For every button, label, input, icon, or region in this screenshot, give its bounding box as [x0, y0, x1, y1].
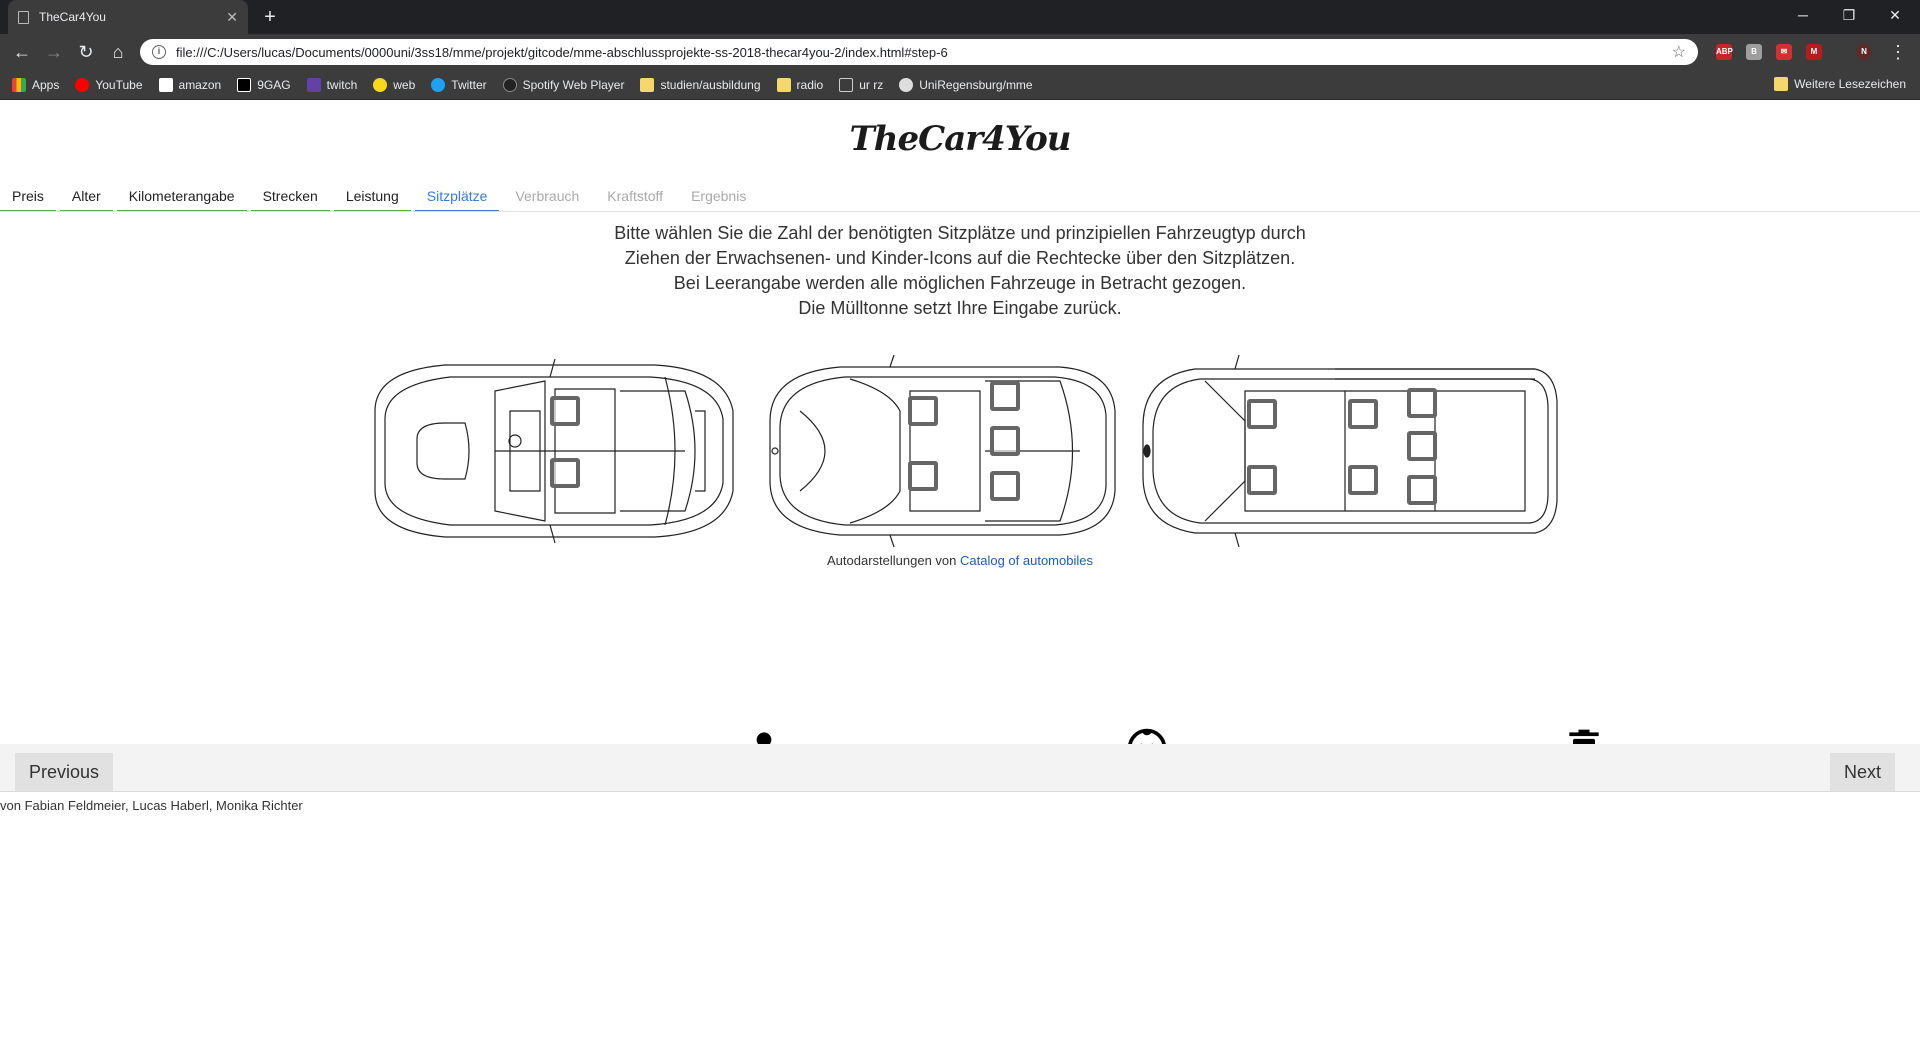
seat-slot[interactable] — [908, 396, 938, 426]
bookmark-twitter[interactable]: Twitter — [431, 77, 487, 92]
extension-icon[interactable]: B — [1746, 44, 1762, 60]
wizard-footer: Previous Next — [0, 744, 1920, 792]
reload-icon[interactable]: ↻ — [74, 40, 98, 64]
seat-slot[interactable] — [990, 426, 1020, 456]
page: TheCar4You Preis Alter Kilometerangabe S… — [0, 101, 1920, 1040]
seat-slot[interactable] — [990, 471, 1020, 501]
twitch-icon — [306, 77, 321, 92]
convertible-car-drawing — [374, 358, 734, 544]
tab-ergebnis: Ergebnis — [691, 188, 747, 204]
tab-title: TheCar4You — [39, 10, 106, 24]
tab-verbrauch: Verbrauch — [515, 188, 580, 204]
bookmark-spotify[interactable]: Spotify Web Player — [502, 77, 624, 92]
step-navigation: Preis Alter Kilometerangabe Strecken Lei… — [0, 176, 762, 212]
amazon-icon — [158, 77, 173, 92]
seat-slot[interactable] — [1348, 465, 1378, 495]
seat-slot[interactable] — [990, 381, 1020, 411]
close-window-button[interactable]: ✕ — [1872, 0, 1918, 30]
tab-sitzplaetze[interactable]: Sitzplätze — [414, 176, 500, 212]
info-icon[interactable]: i — [152, 45, 166, 59]
van-car — [1135, 351, 1565, 551]
bookmark-github[interactable]: UniRegensburg/mme — [899, 77, 1033, 92]
bookmark-twitch[interactable]: twitch — [306, 77, 357, 92]
9gag-icon — [237, 77, 252, 92]
twitter-icon — [431, 77, 446, 92]
image-credits: Autodarstellungen von Catalog of automob… — [0, 553, 1920, 568]
tab-alter[interactable]: Alter — [59, 176, 113, 212]
tab-leistung[interactable]: Leistung — [333, 176, 411, 212]
convertible-car — [355, 351, 740, 551]
back-arrow-icon[interactable]: ← — [10, 40, 34, 64]
credits-prefix: Autodarstellungen von — [827, 553, 957, 568]
bookmark-youtube[interactable]: YouTube — [75, 77, 143, 92]
seat-slot[interactable] — [1247, 465, 1277, 495]
document-icon — [839, 77, 854, 92]
instructions-line: Bei Leerangabe werden alle möglichen Fah… — [673, 273, 1247, 293]
instructions-line: Ziehen der Erwachsenen- und Kinder-Icons… — [624, 248, 1296, 268]
seat-slot[interactable] — [550, 458, 580, 488]
tab-strecken[interactable]: Strecken — [250, 176, 330, 212]
bookmark-9gag[interactable]: 9GAG — [237, 77, 291, 92]
bookmark-web[interactable]: web — [373, 77, 415, 92]
tab-kraftstoff: Kraftstoff — [607, 188, 664, 204]
menu-dots-icon[interactable]: ⋮ — [1886, 40, 1910, 64]
other-bookmarks[interactable]: Weitere Lesezeichen — [1774, 77, 1906, 91]
browser-tab-strip: TheCar4You ✕ + ─ ❐ ✕ — [0, 0, 1920, 34]
next-button[interactable]: Next — [1829, 753, 1895, 791]
seat-slot[interactable] — [908, 461, 938, 491]
adblock-extension-icon[interactable]: ABP — [1716, 44, 1733, 60]
new-tab-button[interactable]: + — [258, 5, 282, 29]
bookmark-star-icon[interactable]: ☆ — [1672, 42, 1686, 62]
seat-slot[interactable] — [550, 396, 580, 426]
web-icon — [373, 77, 388, 92]
folder-icon — [776, 77, 791, 92]
instructions-line: Die Mülltonne setzt Ihre Eingabe zurück. — [798, 298, 1122, 318]
bookmark-folder-radio[interactable]: radio — [776, 77, 823, 92]
github-icon — [899, 77, 914, 92]
authors-credit: von Fabian Feldmeier, Lucas Haberl, Moni… — [0, 798, 303, 813]
close-tab-icon[interactable]: ✕ — [226, 9, 238, 26]
extension-icon[interactable]: ✉ — [1776, 44, 1792, 60]
spotify-icon — [502, 77, 517, 92]
seat-slot[interactable] — [1407, 431, 1437, 461]
van-car-drawing — [1142, 354, 1558, 548]
browser-tab[interactable]: TheCar4You ✕ — [8, 0, 248, 34]
browser-toolbar: ← → ↻ ⌂ i file:///C:/Users/lucas/Documen… — [0, 34, 1920, 70]
sedan-car — [760, 351, 1120, 551]
document-icon — [18, 10, 29, 24]
previous-button[interactable]: Previous — [15, 753, 114, 791]
sedan-car-drawing — [769, 354, 1116, 548]
address-bar[interactable]: i file:///C:/Users/lucas/Documents/0000u… — [140, 39, 1698, 65]
minimize-button[interactable]: ─ — [1780, 0, 1826, 30]
apps-grid-icon — [12, 77, 26, 92]
seat-slot[interactable] — [1407, 475, 1437, 505]
seat-slot[interactable] — [1348, 399, 1378, 429]
car-selection — [355, 351, 1565, 551]
folder-icon — [1774, 77, 1789, 91]
tab-kilometerangabe[interactable]: Kilometerangabe — [116, 176, 247, 212]
bookmarks-bar: Apps YouTube amazon 9GAG twitch web Twit… — [0, 70, 1920, 100]
bookmark-apps[interactable]: Apps — [12, 77, 59, 92]
extension-icon[interactable]: M — [1806, 44, 1822, 60]
steps-divider — [0, 211, 1920, 212]
tab-preis[interactable]: Preis — [0, 176, 56, 212]
bookmark-ur-rz[interactable]: ur rz — [839, 77, 883, 92]
profile-avatar[interactable]: N — [1856, 44, 1872, 60]
instructions-line: Bitte wählen Sie die Zahl der benötigten… — [614, 223, 1306, 243]
seat-slot[interactable] — [1407, 388, 1437, 418]
folder-icon — [640, 77, 655, 92]
url-text: file:///C:/Users/lucas/Documents/0000uni… — [176, 44, 948, 60]
credits-link[interactable]: Catalog of automobiles — [960, 553, 1093, 568]
site-logo: TheCar4You — [849, 119, 1071, 159]
seat-slot[interactable] — [1247, 399, 1277, 429]
bookmark-folder-studien[interactable]: studien/ausbildung — [640, 77, 761, 92]
restore-button[interactable]: ❐ — [1826, 0, 1872, 30]
home-icon[interactable]: ⌂ — [106, 40, 130, 64]
instructions: Bitte wählen Sie die Zahl der benötigten… — [0, 221, 1920, 321]
bookmark-amazon[interactable]: amazon — [158, 77, 221, 92]
forward-arrow-icon[interactable]: → — [42, 40, 66, 64]
youtube-icon — [75, 77, 90, 92]
